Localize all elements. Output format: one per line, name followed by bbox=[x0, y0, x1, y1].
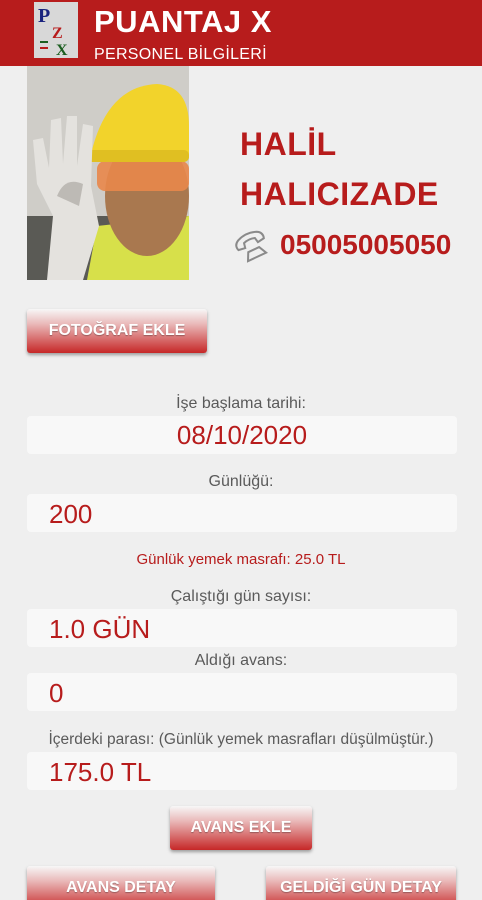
daily-wage-field[interactable]: 200 bbox=[27, 494, 457, 532]
days-worked-value: 1.0 GÜN bbox=[49, 614, 151, 644]
meal-cost-text: Günlük yemek masrafı: 25.0 TL bbox=[136, 551, 346, 568]
phone-number[interactable]: 05005005050 bbox=[280, 229, 451, 261]
page-subtitle: PERSONEL BİLGİLERİ bbox=[94, 46, 267, 63]
daily-wage-value: 200 bbox=[49, 499, 93, 529]
logo-letter-x: X bbox=[56, 42, 68, 58]
advance-field[interactable]: 0 bbox=[27, 673, 457, 711]
person-first-name: HALİL bbox=[240, 126, 337, 162]
start-date-label: İşe başlama tarihi: bbox=[176, 395, 306, 412]
advance-detail-button[interactable]: AVANS DETAY bbox=[27, 866, 215, 900]
add-photo-button[interactable]: FOTOĞRAF EKLE bbox=[27, 309, 207, 353]
add-advance-button[interactable]: AVANS EKLE bbox=[170, 806, 312, 850]
balance-field[interactable]: 175.0 TL bbox=[27, 752, 457, 790]
start-date-field[interactable]: 08/10/2020 bbox=[27, 416, 457, 454]
days-worked-label: Çalıştığı gün sayısı: bbox=[170, 588, 312, 605]
days-worked-field[interactable]: 1.0 GÜN bbox=[27, 609, 457, 647]
advance-label: Aldığı avans: bbox=[194, 652, 288, 669]
logo-letter-z: Z bbox=[52, 25, 63, 42]
phone-icon[interactable] bbox=[232, 230, 272, 264]
app-header: P Z X PUANTAJ X PERSONEL BİLGİLERİ bbox=[0, 0, 482, 66]
advance-value: 0 bbox=[49, 678, 64, 708]
personnel-photo[interactable] bbox=[27, 66, 189, 280]
app-logo: P Z X bbox=[34, 2, 78, 58]
logo-letter-p: P bbox=[38, 5, 50, 27]
start-date-value: 08/10/2020 bbox=[176, 420, 308, 450]
balance-label: İçerdeki parası: (Günlük yemek masraflar… bbox=[48, 731, 434, 748]
person-last-name: HALICIZADE bbox=[240, 176, 439, 212]
balance-value: 175.0 TL bbox=[49, 757, 152, 787]
days-detail-button[interactable]: GELDİĞİ GÜN DETAY bbox=[266, 866, 456, 900]
daily-wage-label: Günlüğü: bbox=[208, 473, 274, 490]
app-title: PUANTAJ X bbox=[94, 4, 272, 39]
